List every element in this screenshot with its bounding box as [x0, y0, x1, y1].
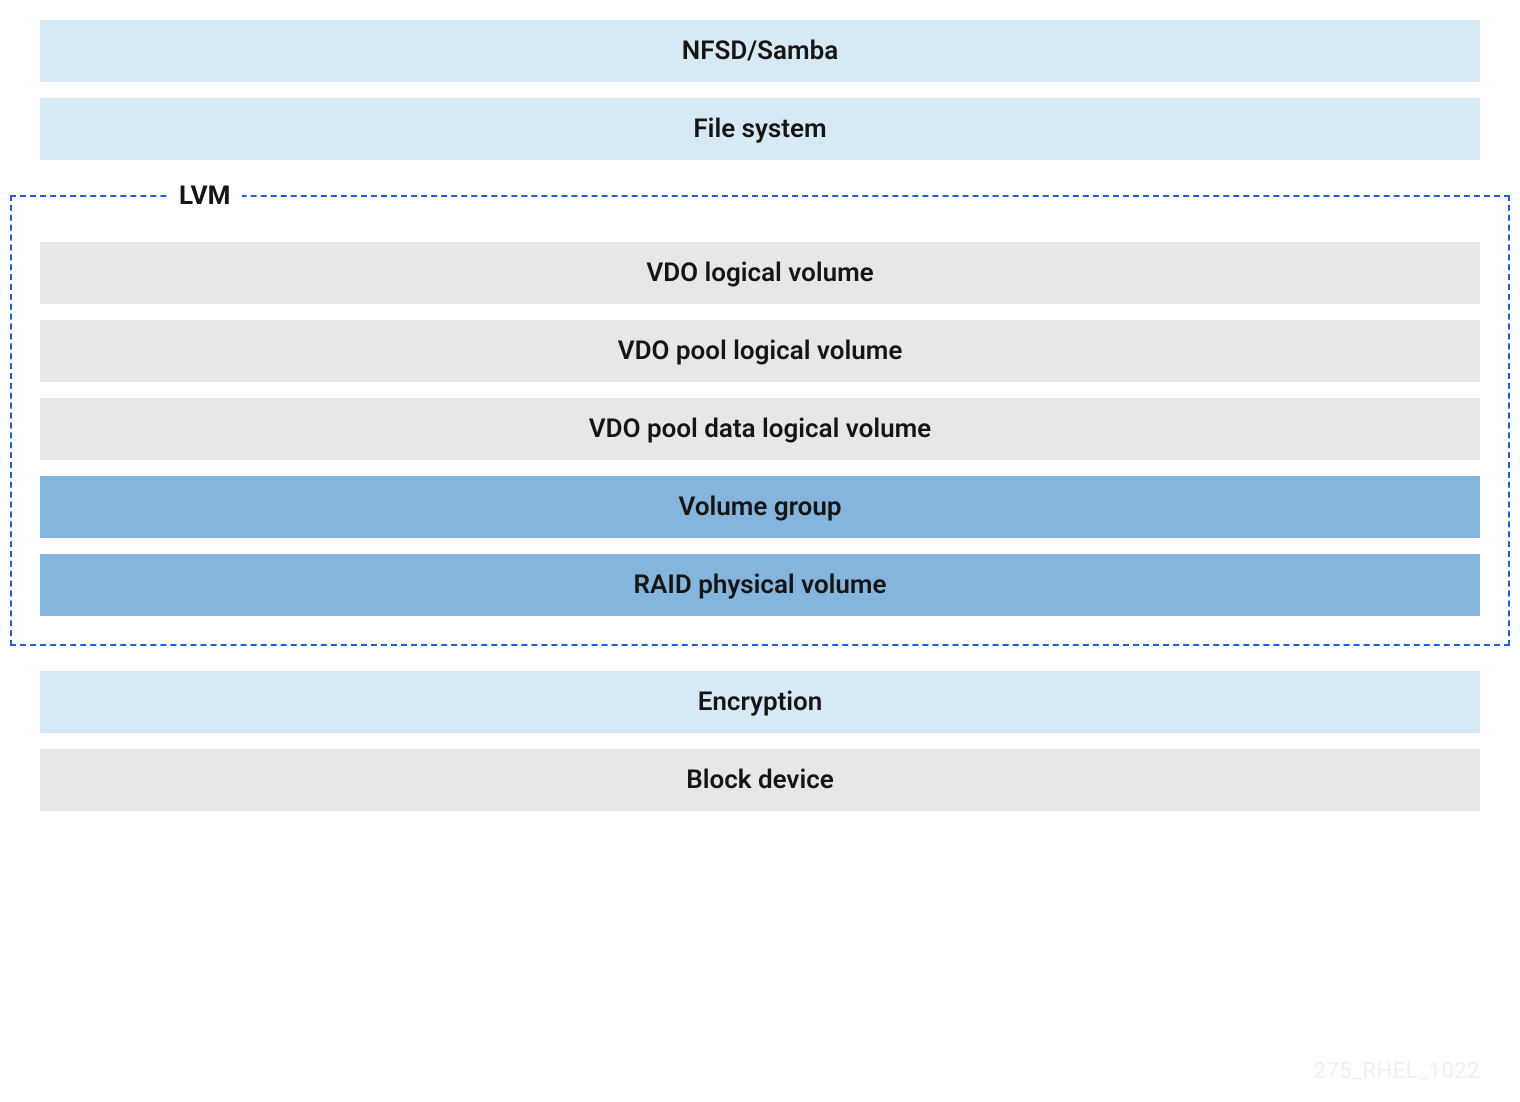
- layer-raid-physical-volume: RAID physical volume: [40, 554, 1480, 616]
- layer-encryption: Encryption: [40, 671, 1480, 733]
- layer-vdo-pool-data-logical-volume: VDO pool data logical volume: [40, 398, 1480, 460]
- bottom-layers: Encryption Block device: [40, 671, 1480, 811]
- layer-file-system: File system: [40, 98, 1480, 160]
- layer-nfsd-samba: NFSD/Samba: [40, 20, 1480, 82]
- layer-vdo-logical-volume: VDO logical volume: [40, 242, 1480, 304]
- lvm-label: LVM: [167, 181, 242, 211]
- layer-block-device: Block device: [40, 749, 1480, 811]
- layer-vdo-pool-logical-volume: VDO pool logical volume: [40, 320, 1480, 382]
- lvm-group: LVM VDO logical volume VDO pool logical …: [10, 195, 1510, 646]
- watermark: 275_RHEL_1022: [1313, 1059, 1480, 1084]
- layer-volume-group: Volume group: [40, 476, 1480, 538]
- top-layers: NFSD/Samba File system: [40, 20, 1480, 160]
